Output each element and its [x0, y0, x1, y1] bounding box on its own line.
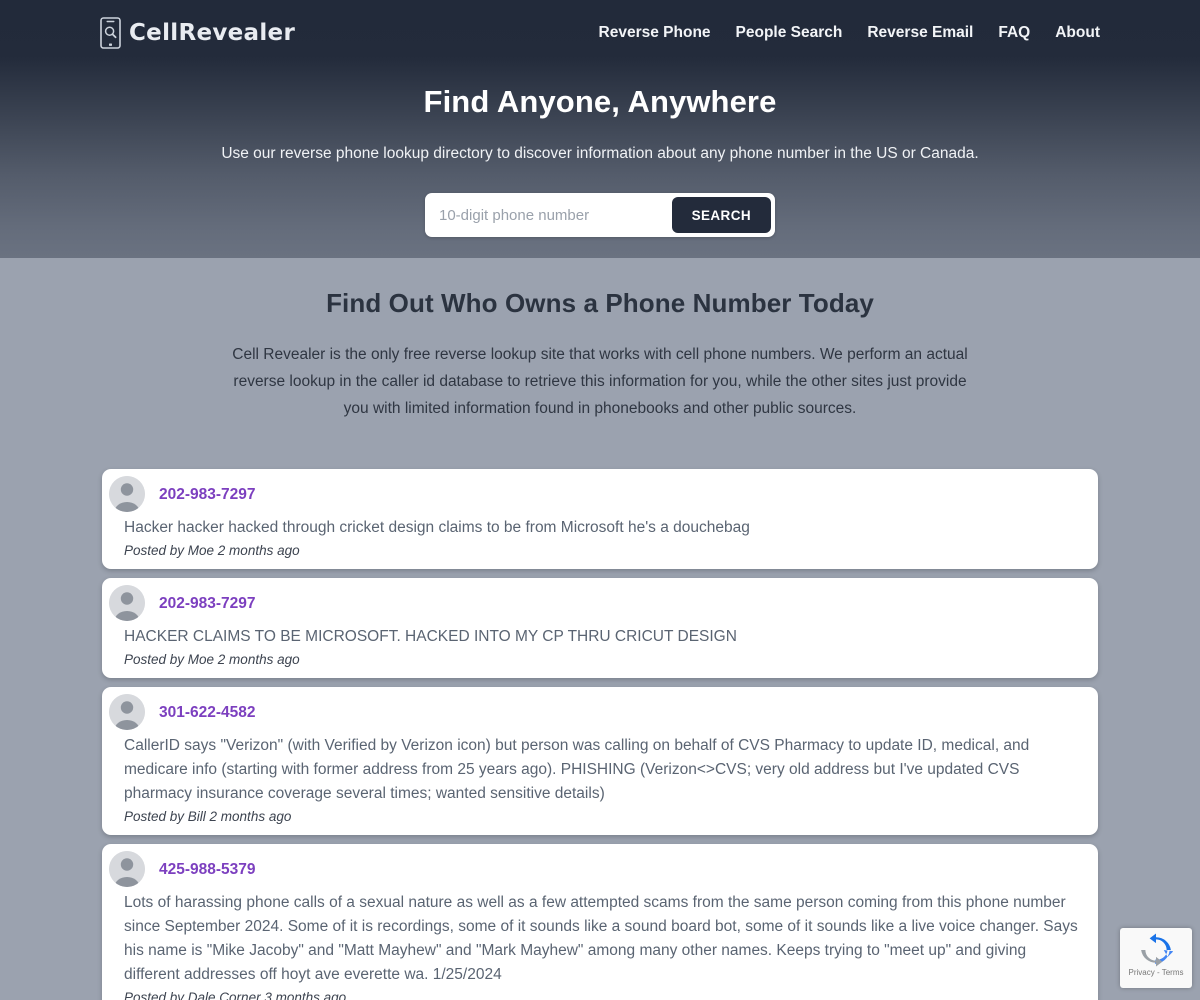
main-content: Find Out Who Owns a Phone Number Today C…: [0, 258, 1200, 1000]
comment-card: 301-622-4582 CallerID says "Verizon" (wi…: [102, 687, 1098, 835]
avatar: [109, 694, 145, 730]
nav-item-reverse-phone[interactable]: Reverse Phone: [599, 24, 711, 42]
nav-item-about[interactable]: About: [1055, 24, 1100, 42]
comment-text: Lots of harassing phone calls of a sexua…: [124, 894, 1078, 983]
comment-header: 301-622-4582: [122, 700, 1078, 725]
comment-meta: Posted by Bill 2 months ago: [124, 809, 292, 824]
search-bar: SEARCH: [425, 193, 775, 237]
hero-title: Find Anyone, Anywhere: [423, 84, 777, 119]
comment-phone-link[interactable]: 202-983-7297: [159, 486, 256, 504]
comment-text: Hacker hacker hacked through cricket des…: [124, 519, 750, 536]
brand-name: CellRevealer: [129, 19, 296, 46]
avatar: [109, 851, 145, 887]
hero-header: CellRevealer Reverse Phone People Search…: [0, 0, 1200, 258]
recaptcha-label: Privacy - Terms: [1128, 968, 1184, 977]
section-title: Find Out Who Owns a Phone Number Today: [326, 288, 874, 318]
brand-logo[interactable]: CellRevealer: [100, 16, 296, 49]
nav-item-faq[interactable]: FAQ: [998, 24, 1030, 42]
comment-card: 425-988-5379 Lots of harassing phone cal…: [102, 844, 1098, 1000]
comment-meta: Posted by Moe 2 months ago: [124, 543, 300, 558]
avatar: [109, 585, 145, 621]
search-input[interactable]: [429, 197, 672, 233]
comment-phone-link[interactable]: 425-988-5379: [159, 861, 256, 879]
recaptcha-logo-icon: [1139, 933, 1173, 967]
top-navigation: CellRevealer Reverse Phone People Search…: [0, 0, 1200, 65]
nav-item-reverse-email[interactable]: Reverse Email: [867, 24, 973, 42]
comment-phone-link[interactable]: 301-622-4582: [159, 704, 256, 722]
hero-subtitle: Use our reverse phone lookup directory t…: [221, 145, 979, 162]
comment-card: 202-983-7297 HACKER CLAIMS TO BE MICROSO…: [102, 578, 1098, 678]
section-body: Cell Revealer is the only free reverse l…: [232, 346, 968, 417]
recaptcha-badge[interactable]: Privacy - Terms: [1120, 928, 1192, 988]
comment-header: 202-983-7297: [122, 591, 1078, 616]
search-button[interactable]: SEARCH: [671, 197, 771, 233]
comment-header: 425-988-5379: [122, 857, 1078, 882]
comment-header: 202-983-7297: [122, 482, 1078, 507]
comment-meta: Posted by Dale Corner 3 months ago: [124, 990, 347, 1000]
avatar: [109, 476, 145, 512]
comment-text: CallerID says "Verizon" (with Verified b…: [124, 737, 1030, 802]
nav-item-people-search[interactable]: People Search: [736, 24, 843, 42]
comment-phone-link[interactable]: 202-983-7297: [159, 595, 256, 613]
comment-meta: Posted by Moe 2 months ago: [124, 652, 300, 667]
nav-links: Reverse Phone People Search Reverse Emai…: [599, 24, 1100, 42]
comment-card: 202-983-7297 Hacker hacker hacked throug…: [102, 469, 1098, 569]
phone-search-icon: [100, 16, 121, 49]
comment-list: 202-983-7297 Hacker hacker hacked throug…: [102, 469, 1098, 1000]
comment-text: HACKER CLAIMS TO BE MICROSOFT. HACKED IN…: [124, 628, 737, 645]
